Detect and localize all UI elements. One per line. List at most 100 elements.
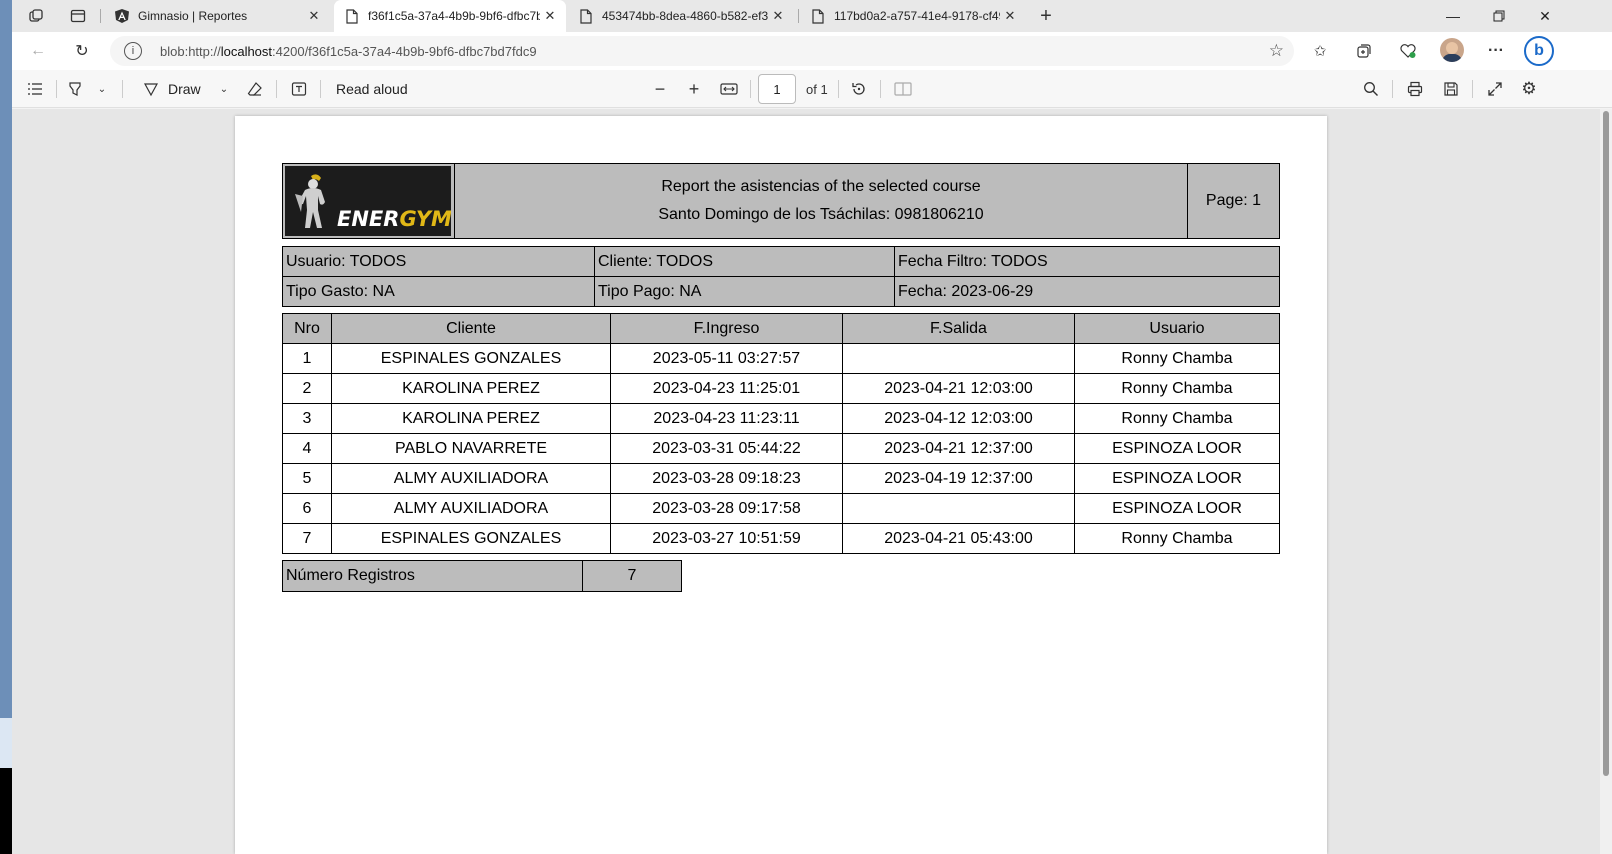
cell-salida: 2023-04-21 05:43:00 bbox=[842, 523, 1075, 554]
chevron-down-icon[interactable]: ⌄ bbox=[94, 78, 110, 100]
page-total: of 1 bbox=[806, 82, 828, 97]
favorite-star-icon[interactable]: ☆ bbox=[1269, 41, 1284, 61]
health-icon[interactable] bbox=[1396, 39, 1420, 63]
refresh-icon[interactable]: ↻ bbox=[68, 39, 96, 63]
new-tab-icon[interactable]: + bbox=[1036, 5, 1056, 27]
address-bar: ← ↻ i blob:http://localhost:4200/f36f1c5… bbox=[12, 32, 1612, 70]
column-header: F.Salida bbox=[842, 313, 1075, 344]
cell-ingreso: 2023-04-23 11:25:01 bbox=[610, 373, 843, 404]
favorites-icon[interactable]: ✩ bbox=[1308, 39, 1332, 63]
tab-pdf-3[interactable]: 117bd0a2-a757-41e4-9178-cf49 ✕ bbox=[800, 0, 1026, 32]
summary-label: Número Registros bbox=[282, 560, 583, 592]
file-icon bbox=[810, 8, 826, 24]
cell-salida: 2023-04-12 12:03:00 bbox=[842, 403, 1075, 434]
minimize-icon[interactable]: — bbox=[1430, 0, 1476, 32]
summary-table: Número Registros 7 bbox=[282, 560, 682, 592]
table-row: 3 KAROLINA PEREZ 2023-04-23 11:23:11 202… bbox=[282, 403, 1280, 434]
column-header: Cliente bbox=[331, 313, 611, 344]
page-number-input[interactable]: 1 bbox=[758, 74, 796, 104]
logo-text-gym: GYM bbox=[399, 207, 451, 231]
read-aloud-button[interactable]: Read aloud bbox=[336, 78, 408, 100]
cell-usuario: ESPINOZA LOOR bbox=[1074, 493, 1280, 524]
desktop-edge bbox=[0, 0, 12, 854]
eraser-icon[interactable] bbox=[244, 78, 266, 100]
cell-ingreso: 2023-03-31 05:44:22 bbox=[610, 433, 843, 464]
cell-usuario: Ronny Chamba bbox=[1074, 373, 1280, 404]
cell-nro: 6 bbox=[282, 493, 332, 524]
attendance-table: Nro Cliente F.Ingreso F.Salida Usuario 1… bbox=[282, 313, 1280, 554]
zoom-in-icon[interactable]: + bbox=[684, 78, 704, 100]
rotate-icon[interactable] bbox=[848, 78, 870, 100]
page-label: Page: 1 bbox=[1187, 163, 1280, 239]
close-tab-icon[interactable]: ✕ bbox=[304, 8, 324, 24]
vertical-tabs-icon[interactable] bbox=[68, 6, 88, 26]
tab-pdf-2[interactable]: 453474bb-8dea-4860-b582-ef35 ✕ bbox=[568, 0, 794, 32]
pdf-page: ENERGYM Report the asistencias of the se… bbox=[235, 116, 1327, 854]
zoom-out-icon[interactable]: − bbox=[650, 78, 670, 100]
contents-icon[interactable] bbox=[24, 78, 46, 100]
cell-cliente: ALMY AUXILIADORA bbox=[331, 493, 611, 524]
fit-width-icon[interactable] bbox=[718, 78, 740, 100]
highlight-icon[interactable] bbox=[64, 78, 86, 100]
cell-cliente: PABLO NAVARRETE bbox=[331, 433, 611, 464]
tab-title: 117bd0a2-a757-41e4-9178-cf49 bbox=[834, 9, 1000, 23]
close-window-icon[interactable]: ✕ bbox=[1522, 0, 1568, 32]
energym-logo: ENERGYM bbox=[285, 166, 451, 236]
screen: Gimnasio | Reportes ✕ f36f1c5a-37a4-4b9b… bbox=[0, 0, 1612, 854]
filter-tipo-pago: Tipo Pago: NA bbox=[594, 276, 895, 307]
settings-gear-icon[interactable]: ⚙ bbox=[1518, 78, 1540, 100]
cell-usuario: Ronny Chamba bbox=[1074, 343, 1280, 374]
tab-gimnasio-reportes[interactable]: Gimnasio | Reportes ✕ bbox=[104, 0, 330, 32]
cell-ingreso: 2023-04-23 11:23:11 bbox=[610, 403, 843, 434]
filter-cliente: Cliente: TODOS bbox=[594, 246, 895, 277]
back-icon[interactable]: ← bbox=[24, 39, 52, 63]
restore-icon[interactable] bbox=[1476, 0, 1522, 32]
fullscreen-icon[interactable] bbox=[1484, 78, 1506, 100]
tab-title: 453474bb-8dea-4860-b582-ef35 bbox=[602, 9, 768, 23]
filter-tipo-gasto: Tipo Gasto: NA bbox=[282, 276, 595, 307]
chevron-down-icon[interactable]: ⌄ bbox=[216, 78, 232, 100]
avatar[interactable] bbox=[1440, 38, 1464, 62]
page-view-icon[interactable] bbox=[892, 78, 914, 100]
draw-icon[interactable] bbox=[140, 78, 162, 100]
cell-salida: 2023-04-19 12:37:00 bbox=[842, 463, 1075, 494]
cell-salida: 2023-04-21 12:37:00 bbox=[842, 433, 1075, 464]
close-tab-icon[interactable]: ✕ bbox=[1000, 8, 1020, 24]
cell-ingreso: 2023-03-28 09:18:23 bbox=[610, 463, 843, 494]
table-row: 6 ALMY AUXILIADORA 2023-03-28 09:17:58 E… bbox=[282, 493, 1280, 524]
bing-chat-icon[interactable]: b bbox=[1524, 36, 1554, 66]
vertical-scrollbar[interactable] bbox=[1600, 109, 1612, 854]
cell-salida: 2023-04-21 12:03:00 bbox=[842, 373, 1075, 404]
url-field[interactable]: i blob:http://localhost:4200/f36f1c5a-37… bbox=[110, 36, 1294, 66]
search-icon[interactable] bbox=[1360, 78, 1382, 100]
close-tab-icon[interactable]: ✕ bbox=[768, 8, 788, 24]
save-icon[interactable] bbox=[1440, 78, 1462, 100]
info-icon[interactable]: i bbox=[124, 42, 142, 60]
more-options-icon[interactable]: ··· bbox=[1484, 39, 1508, 63]
table-row: 5 ALMY AUXILIADORA 2023-03-28 09:18:23 2… bbox=[282, 463, 1280, 494]
cell-ingreso: 2023-03-27 10:51:59 bbox=[610, 523, 843, 554]
scrollbar-thumb[interactable] bbox=[1603, 111, 1609, 776]
cell-ingreso: 2023-05-11 03:27:57 bbox=[610, 343, 843, 374]
summary-value: 7 bbox=[582, 560, 682, 592]
text-box-icon[interactable] bbox=[288, 78, 310, 100]
cell-usuario: ESPINOZA LOOR bbox=[1074, 463, 1280, 494]
filter-fecha-filtro: Fecha Filtro: TODOS bbox=[894, 246, 1280, 277]
cell-nro: 4 bbox=[282, 433, 332, 464]
close-tab-icon[interactable]: ✕ bbox=[540, 8, 560, 24]
draw-button[interactable]: Draw bbox=[168, 78, 201, 100]
cell-usuario: Ronny Chamba bbox=[1074, 523, 1280, 554]
workspaces-icon[interactable] bbox=[26, 6, 46, 26]
file-icon bbox=[578, 8, 594, 24]
collections-icon[interactable] bbox=[1352, 39, 1376, 63]
cell-nro: 2 bbox=[282, 373, 332, 404]
cell-cliente: KAROLINA PEREZ bbox=[331, 373, 611, 404]
cell-usuario: ESPINOZA LOOR bbox=[1074, 433, 1280, 464]
column-header: Usuario bbox=[1074, 313, 1280, 344]
table-row: 4 PABLO NAVARRETE 2023-03-31 05:44:22 20… bbox=[282, 433, 1280, 464]
tab-pdf-active[interactable]: f36f1c5a-37a4-4b9b-9bf6-dfbc7b ✕ bbox=[334, 0, 566, 32]
cell-ingreso: 2023-03-28 09:17:58 bbox=[610, 493, 843, 524]
print-icon[interactable] bbox=[1404, 78, 1426, 100]
report-header: ENERGYM Report the asistencias of the se… bbox=[282, 163, 1280, 239]
filters-table: Usuario: TODOS Cliente: TODOS Fecha Filt… bbox=[282, 246, 1280, 307]
